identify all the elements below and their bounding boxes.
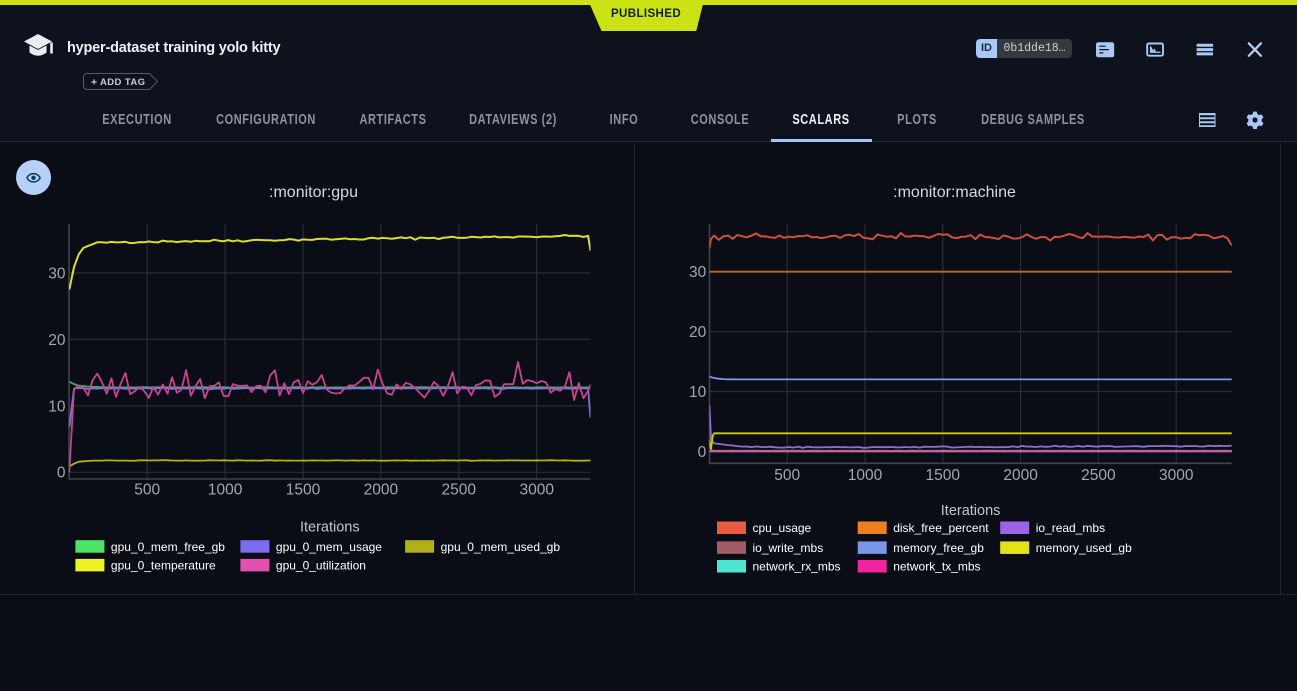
svg-text:2000: 2000 — [1003, 467, 1038, 484]
svg-text:1000: 1000 — [208, 482, 243, 499]
svg-text:network_tx_mbs: network_tx_mbs — [893, 560, 980, 574]
svg-text:0: 0 — [57, 465, 66, 482]
svg-text:30: 30 — [689, 264, 707, 281]
svg-text:gpu_0_temperature: gpu_0_temperature — [111, 559, 216, 573]
svg-text:500: 500 — [134, 482, 160, 499]
svg-text:3000: 3000 — [1159, 467, 1194, 484]
svg-text:1500: 1500 — [286, 482, 321, 499]
svg-text:io_read_mbs: io_read_mbs — [1036, 521, 1105, 535]
svg-text:2500: 2500 — [442, 482, 477, 499]
svg-text::monitor:gpu: :monitor:gpu — [269, 184, 358, 201]
svg-text:network_rx_mbs: network_rx_mbs — [753, 560, 841, 574]
svg-text:Iterations: Iterations — [300, 520, 360, 536]
svg-text:+: + — [91, 76, 97, 88]
svg-text:500: 500 — [774, 467, 800, 484]
svg-text:ADD TAG: ADD TAG — [100, 77, 145, 88]
svg-text:memory_used_gb: memory_used_gb — [1036, 541, 1132, 555]
svg-text:gpu_0_utilization: gpu_0_utilization — [276, 559, 366, 573]
svg-text:disk_free_percent: disk_free_percent — [893, 521, 989, 535]
svg-text:memory_free_gb: memory_free_gb — [893, 541, 984, 555]
svg-text:gpu_0_mem_free_gb: gpu_0_mem_free_gb — [111, 540, 225, 554]
svg-text:cpu_usage: cpu_usage — [753, 521, 812, 535]
svg-text:30: 30 — [48, 265, 66, 282]
svg-text:2000: 2000 — [364, 482, 399, 499]
svg-text::monitor:machine: :monitor:machine — [893, 184, 1016, 201]
svg-text:3000: 3000 — [519, 482, 554, 499]
svg-text:10: 10 — [48, 398, 66, 415]
svg-text:20: 20 — [689, 324, 707, 341]
svg-text:0: 0 — [698, 444, 707, 461]
svg-text:gpu_0_mem_used_gb: gpu_0_mem_used_gb — [441, 540, 561, 554]
svg-text:Iterations: Iterations — [941, 503, 1001, 519]
svg-text:io_write_mbs: io_write_mbs — [753, 541, 824, 555]
svg-text:20: 20 — [48, 332, 66, 349]
svg-text:2500: 2500 — [1081, 467, 1116, 484]
svg-text:gpu_0_mem_usage: gpu_0_mem_usage — [276, 540, 382, 554]
svg-text:10: 10 — [689, 384, 707, 401]
svg-text:1500: 1500 — [926, 467, 961, 484]
svg-text:1000: 1000 — [848, 467, 883, 484]
